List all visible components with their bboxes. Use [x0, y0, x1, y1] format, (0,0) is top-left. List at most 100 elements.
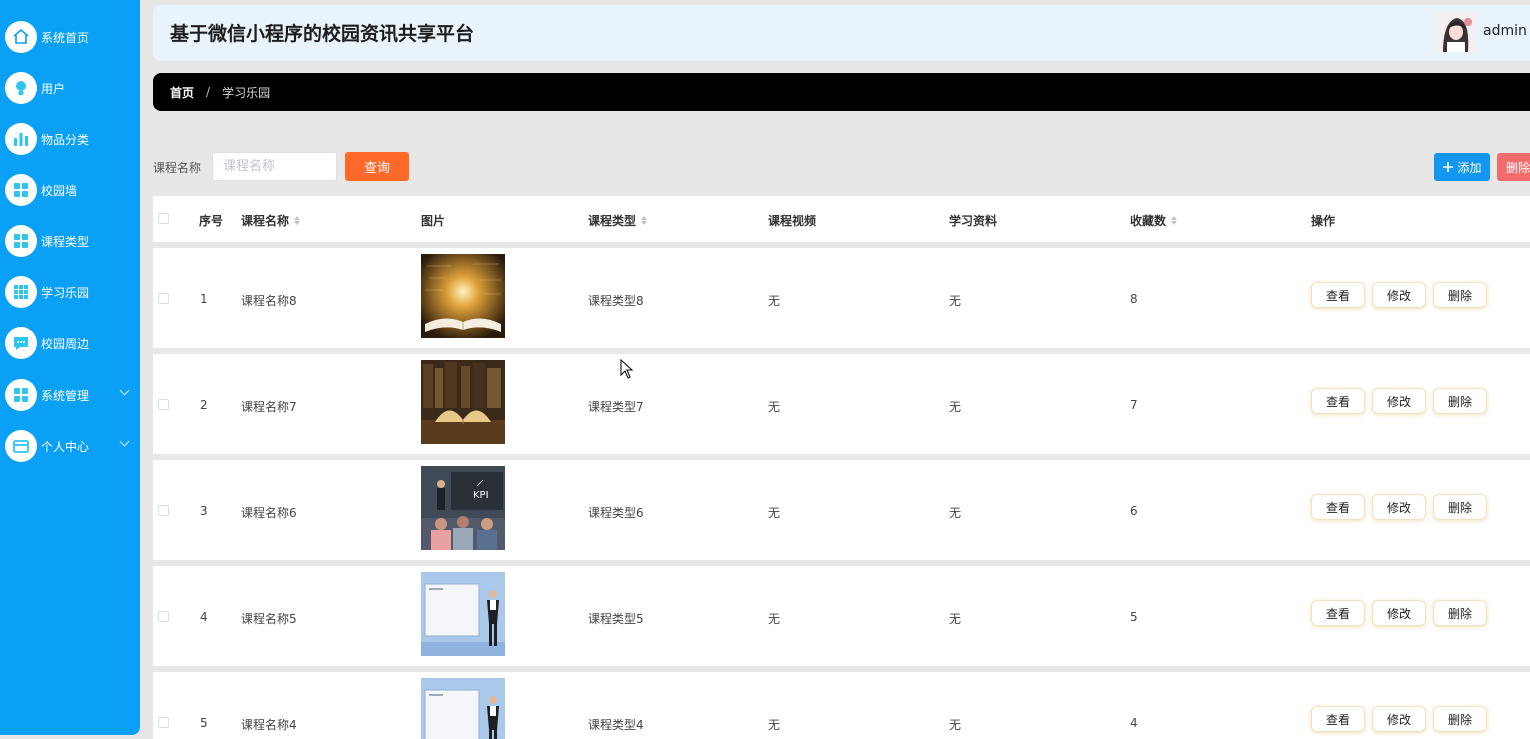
query-button[interactable]: 查询: [345, 152, 409, 181]
view-button[interactable]: 查看: [1311, 600, 1365, 626]
row-material: 无: [949, 506, 962, 520]
course-image[interactable]: [421, 254, 505, 338]
course-image[interactable]: [421, 678, 505, 739]
sidebar-item-label: 个人中心: [41, 439, 90, 454]
sidebar-item-label: 系统首页: [41, 30, 90, 45]
sidebar-item-course-type[interactable]: 课程类型: [0, 219, 140, 263]
sort-icon[interactable]: [1171, 216, 1178, 225]
delete-button[interactable]: 删除: [1433, 706, 1487, 732]
grid-icon: [5, 379, 37, 411]
edit-button[interactable]: 修改: [1372, 600, 1426, 626]
sidebar-item-campus-wall[interactable]: 校园墙: [0, 168, 140, 212]
edit-button[interactable]: 修改: [1372, 388, 1426, 414]
delete-button[interactable]: 删除: [1433, 600, 1487, 626]
table-row: 5 课程名称4 课程类型4 无 无 4 查看 修改 删除: [153, 672, 1530, 739]
delete-button[interactable]: 删除: [1433, 282, 1487, 308]
apps-icon: [5, 276, 37, 308]
batch-delete-button[interactable]: 删除: [1497, 153, 1530, 181]
row-course-type: 课程类型6: [588, 506, 644, 520]
site-title: 基于微信小程序的校园资讯共享平台: [170, 23, 475, 45]
table-header: 序号 课程名称 图片 课程类型 课程视频 学习资料 收藏数 操作: [153, 196, 1530, 242]
row-index: 2: [200, 398, 208, 412]
breadcrumb-home[interactable]: 首页: [170, 84, 194, 101]
sidebar-item-label: 课程类型: [41, 234, 90, 249]
column-header-actions: 操作: [1311, 214, 1336, 228]
row-course-type: 课程类型8: [588, 294, 644, 308]
sidebar-item-item-category[interactable]: 物品分类: [0, 117, 140, 161]
row-favorites: 4: [1130, 716, 1138, 730]
view-button[interactable]: 查看: [1311, 706, 1365, 732]
sidebar-item-personal-center[interactable]: 个人中心: [0, 424, 140, 468]
table-row: 1 课程名称8 课程类型8 无 无 8 查看 修改 删除: [153, 248, 1530, 348]
row-checkbox[interactable]: [158, 611, 169, 622]
bar-chart-icon: [5, 123, 37, 155]
row-course-type: 课程类型5: [588, 612, 644, 626]
sidebar-item-label: 校园周边: [41, 336, 90, 351]
row-favorites: 6: [1130, 504, 1138, 518]
delete-button[interactable]: 删除: [1433, 388, 1487, 414]
column-header-index: 序号: [199, 214, 224, 228]
row-video: 无: [768, 400, 781, 414]
home-icon: [5, 21, 37, 53]
sort-icon[interactable]: [294, 216, 301, 225]
edit-button[interactable]: 修改: [1372, 282, 1426, 308]
column-header-image: 图片: [421, 214, 446, 228]
sidebar-item-system-management[interactable]: 系统管理: [0, 373, 140, 417]
row-favorites: 5: [1130, 610, 1138, 624]
batch-delete-label: 删除: [1506, 160, 1530, 175]
breadcrumb: 首页 / 学习乐园: [153, 73, 1530, 111]
view-button[interactable]: 查看: [1311, 388, 1365, 414]
edit-button[interactable]: 修改: [1372, 706, 1426, 732]
row-video: 无: [768, 718, 781, 732]
sidebar-item-campus-nearby[interactable]: 校园周边: [0, 321, 140, 365]
table-row: 4 课程名称5 课程类型5 无 无 5 查看 修改 删除: [153, 566, 1530, 666]
row-checkbox[interactable]: [158, 717, 169, 728]
column-header-type[interactable]: 课程类型: [588, 212, 648, 229]
card-icon: [5, 430, 37, 462]
column-header-name[interactable]: 课程名称: [241, 212, 301, 229]
sidebar-item-label: 用户: [41, 81, 66, 96]
top-header: 基于微信小程序的校园资讯共享平台 admin: [153, 5, 1530, 61]
row-course-type: 课程类型4: [588, 718, 644, 732]
column-header-material: 学习资料: [949, 214, 998, 228]
mouse-cursor-icon: [620, 359, 634, 379]
row-material: 无: [949, 612, 962, 626]
sidebar-item-home[interactable]: 系统首页: [0, 15, 140, 59]
grid-icon: [5, 225, 37, 257]
delete-button[interactable]: 删除: [1433, 494, 1487, 520]
user-name[interactable]: admin: [1483, 23, 1527, 39]
course-image[interactable]: [421, 360, 505, 444]
column-header-video: 课程视频: [768, 214, 817, 228]
row-course-name: 课程名称7: [241, 400, 297, 414]
sort-icon[interactable]: [641, 216, 648, 225]
table-row: 3 课程名称6 KPI 课程类型6 无 无 6 查看 修改 删除: [153, 460, 1530, 560]
view-button[interactable]: 查看: [1311, 494, 1365, 520]
sidebar-item-label: 系统管理: [41, 388, 90, 403]
breadcrumb-current: 学习乐园: [222, 85, 271, 100]
select-all-checkbox[interactable]: [158, 213, 169, 224]
sidebar-item-learning-park[interactable]: 学习乐园: [0, 270, 140, 314]
column-header-favorites[interactable]: 收藏数: [1130, 212, 1178, 229]
sidebar-item-users[interactable]: 用户: [0, 66, 140, 110]
edit-button[interactable]: 修改: [1372, 494, 1426, 520]
view-button[interactable]: 查看: [1311, 282, 1365, 308]
course-image[interactable]: [421, 572, 505, 656]
row-favorites: 8: [1130, 292, 1138, 306]
row-checkbox[interactable]: [158, 505, 169, 516]
course-image[interactable]: KPI: [421, 466, 505, 550]
avatar[interactable]: [1435, 12, 1475, 52]
sidebar-item-label: 学习乐园: [41, 285, 90, 300]
row-course-name: 课程名称8: [241, 294, 297, 308]
row-checkbox[interactable]: [158, 293, 169, 304]
row-index: 1: [200, 292, 208, 306]
row-index: 4: [200, 610, 208, 624]
course-name-search-input[interactable]: [212, 152, 337, 181]
sidebar: 系统首页 用户 物品分类 校园墙 课程类型 学习乐园 校园周边 系统管理 个人中…: [0, 0, 140, 735]
chevron-down-icon: [119, 385, 130, 396]
chat-icon: [5, 327, 37, 359]
thumb-kpi-text: KPI: [473, 490, 489, 501]
row-course-name: 课程名称6: [241, 506, 297, 520]
row-material: 无: [949, 294, 962, 308]
row-checkbox[interactable]: [158, 399, 169, 410]
add-button[interactable]: 添加: [1434, 153, 1490, 181]
